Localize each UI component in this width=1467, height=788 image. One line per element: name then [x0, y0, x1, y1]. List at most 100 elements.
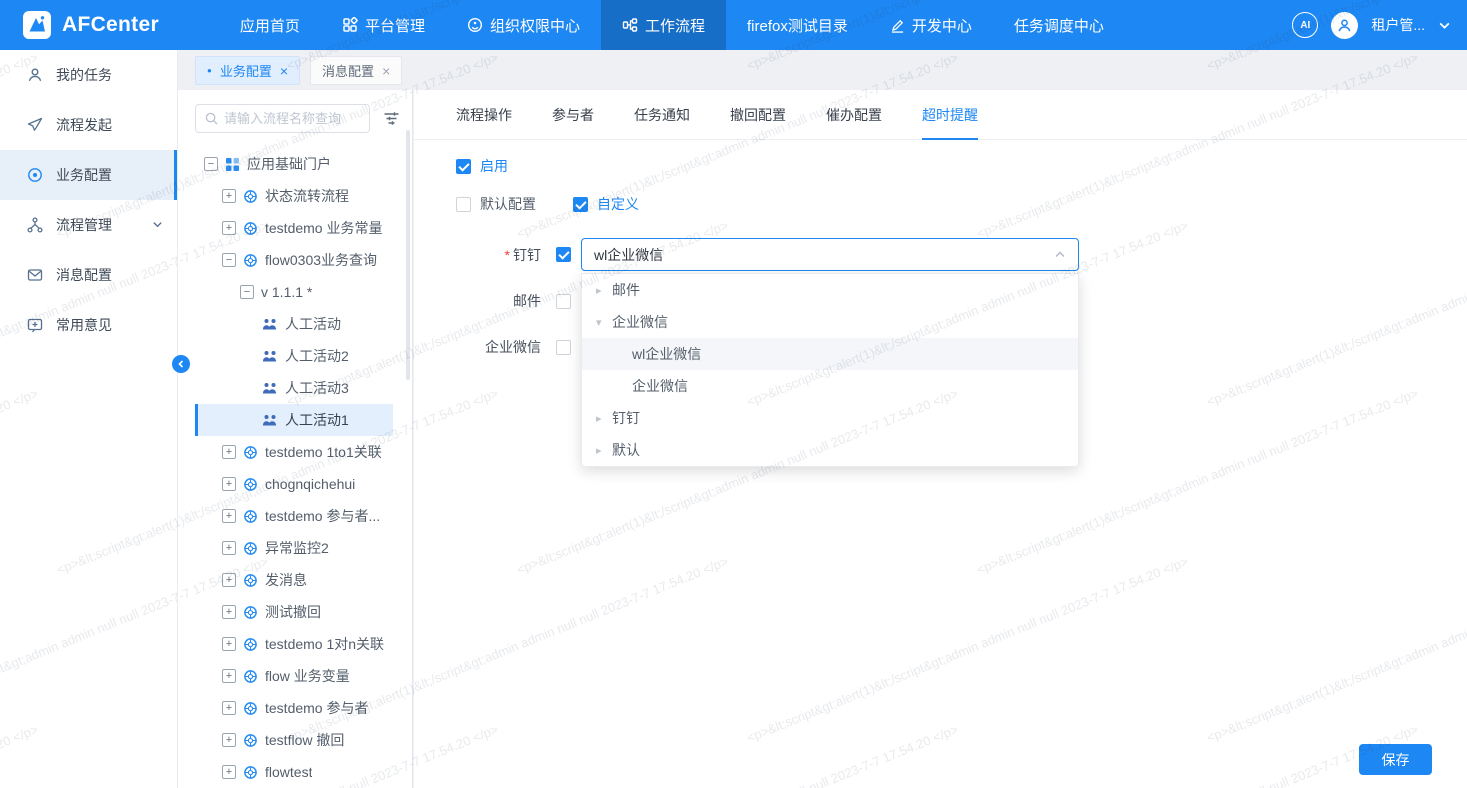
sidebar-item-process-initiate[interactable]: 流程发起	[0, 100, 177, 150]
tree-node-label: 异常监控2	[265, 538, 329, 558]
tab-urge-config[interactable]: 催办配置	[826, 90, 882, 139]
custom-checkbox[interactable]	[573, 197, 588, 212]
navbar-right: AI 租户管...	[1292, 12, 1467, 39]
filter-icon[interactable]	[383, 111, 400, 126]
tab-label: 参与者	[552, 105, 594, 125]
group-icon	[262, 381, 278, 395]
tree-node[interactable]: + testdemo 1对n关联	[195, 628, 393, 660]
dropdown-group-default[interactable]: ▸ 默认	[582, 434, 1078, 466]
active-dot-icon: ●	[207, 66, 212, 75]
tree-node[interactable]: + testdemo 参与者...	[195, 500, 393, 532]
tree-node[interactable]: − flow0303业务查询	[195, 244, 393, 276]
tree-node-activity[interactable]: 人工活动2	[195, 340, 393, 372]
tree-node[interactable]: + 状态流转流程	[195, 180, 393, 212]
nav-item-dev-center[interactable]: 开发中心	[869, 0, 993, 50]
sidebar-item-message-config[interactable]: 消息配置	[0, 250, 177, 300]
page-tab-business-config[interactable]: ● 业务配置 ×	[195, 56, 300, 85]
tree-node-label: testdemo 业务常量	[265, 218, 382, 238]
tree-node-activity-selected[interactable]: 人工活动1	[195, 404, 393, 436]
enable-checkbox[interactable]	[456, 159, 471, 174]
tab-timeout-reminder[interactable]: 超时提醒	[922, 90, 978, 139]
tab-process-operation[interactable]: 流程操作	[456, 90, 512, 139]
search-input[interactable]	[224, 111, 360, 126]
collapse-node-icon[interactable]: −	[222, 253, 236, 267]
chevron-down-icon[interactable]	[1438, 19, 1451, 32]
expand-node-icon[interactable]: +	[222, 605, 236, 619]
tree-node[interactable]: + 测试撤回	[195, 596, 393, 628]
dingtalk-channel-select[interactable]: wl企业微信	[581, 238, 1079, 271]
tab-task-notification[interactable]: 任务通知	[634, 90, 690, 139]
avatar[interactable]	[1331, 12, 1358, 39]
close-icon[interactable]: ×	[280, 64, 288, 78]
save-button[interactable]: 保存	[1359, 744, 1432, 775]
tree-node-label: 人工活动2	[285, 346, 349, 366]
expand-node-icon[interactable]: +	[222, 541, 236, 555]
wechat-checkbox[interactable]	[556, 340, 571, 355]
page-tab-message-config[interactable]: 消息配置 ×	[310, 56, 402, 85]
sidebar-item-process-mgmt[interactable]: 流程管理	[0, 200, 177, 250]
tree-node[interactable]: + 异常监控2	[195, 532, 393, 564]
tree-node[interactable]: + testdemo 业务常量	[195, 212, 393, 244]
tree-node[interactable]: + testdemo 1to1关联	[195, 436, 393, 468]
mail-field-label: 邮件	[414, 291, 541, 311]
nav-item-task-scheduler-center[interactable]: 任务调度中心	[993, 0, 1125, 50]
tenant-user-name[interactable]: 租户管...	[1371, 15, 1425, 35]
expand-node-icon[interactable]: +	[222, 669, 236, 683]
expand-node-icon[interactable]: +	[222, 573, 236, 587]
sidebar-collapse-button[interactable]	[172, 355, 190, 373]
nav-item-platform-mgmt[interactable]: 平台管理	[321, 0, 446, 50]
send-icon	[27, 117, 43, 133]
caret-right-icon: ▸	[596, 444, 612, 457]
dingtalk-checkbox[interactable]	[556, 247, 571, 262]
default-config-checkbox[interactable]	[456, 197, 471, 212]
expand-node-icon[interactable]: +	[222, 765, 236, 779]
process-icon	[243, 669, 258, 684]
tree-node[interactable]: + 发消息	[195, 564, 393, 596]
chevron-down-icon[interactable]	[152, 217, 163, 233]
tree-node[interactable]: + flowtest	[195, 756, 393, 788]
tree-node[interactable]: + testdemo 参与者	[195, 692, 393, 724]
sidebar-item-my-tasks[interactable]: 我的任务	[0, 50, 177, 100]
tab-participants[interactable]: 参与者	[552, 90, 594, 139]
tab-label: 流程操作	[456, 105, 512, 125]
dropdown-group-dingtalk[interactable]: ▸ 钉钉	[582, 402, 1078, 434]
expand-node-icon[interactable]: +	[222, 477, 236, 491]
tree-node[interactable]: + testflow 撤回	[195, 724, 393, 756]
ai-assistant-icon[interactable]: AI	[1292, 12, 1318, 38]
dropdown-group-wechat[interactable]: ▾ 企业微信	[582, 306, 1078, 338]
expand-node-icon[interactable]: +	[222, 733, 236, 747]
target-icon	[27, 167, 43, 183]
tree-node-root[interactable]: − 应用基础门户	[195, 148, 393, 180]
expand-node-icon[interactable]: +	[222, 445, 236, 459]
nav-item-firefox-test-dir[interactable]: firefox测试目录	[726, 0, 869, 50]
dropdown-option-wl-wechat[interactable]: wl企业微信	[582, 338, 1078, 370]
expand-node-icon[interactable]: +	[222, 221, 236, 235]
dropdown-option-wechat[interactable]: 企业微信	[582, 370, 1078, 402]
sidebar-item-label: 业务配置	[56, 165, 112, 185]
tree-node-label: 人工活动	[285, 314, 341, 334]
nav-menu: 应用首页 平台管理 组织权限中心 工作流程 firefox测试目录 开发中心	[219, 0, 1125, 50]
tree-node-version[interactable]: − v 1.1.1 *	[195, 276, 393, 308]
sidebar-item-business-config[interactable]: 业务配置	[0, 150, 177, 200]
tree-node-activity[interactable]: 人工活动	[195, 308, 393, 340]
nav-item-workflow[interactable]: 工作流程	[601, 0, 726, 50]
nav-item-org-permission-center[interactable]: 组织权限中心	[446, 0, 601, 50]
tree-node[interactable]: + flow 业务变量	[195, 660, 393, 692]
nav-item-app-home[interactable]: 应用首页	[219, 0, 321, 50]
sidebar-item-common-opinions[interactable]: 常用意见	[0, 300, 177, 350]
dropdown-group-mail[interactable]: ▸ 邮件	[582, 274, 1078, 306]
expand-node-icon[interactable]: +	[222, 509, 236, 523]
mail-checkbox[interactable]	[556, 294, 571, 309]
collapse-node-icon[interactable]: −	[240, 285, 254, 299]
tab-withdraw-config[interactable]: 撤回配置	[730, 90, 786, 139]
process-icon	[243, 189, 258, 204]
collapse-node-icon[interactable]: −	[204, 157, 218, 171]
tree-node[interactable]: + chognqichehui	[195, 468, 393, 500]
afcenter-logo[interactable]: AFCenter	[0, 10, 181, 40]
expand-node-icon[interactable]: +	[222, 637, 236, 651]
expand-node-icon[interactable]: +	[222, 189, 236, 203]
tree-node-activity[interactable]: 人工活动3	[195, 372, 393, 404]
expand-node-icon[interactable]: +	[222, 701, 236, 715]
tree-scrollbar[interactable]	[406, 130, 410, 380]
close-icon[interactable]: ×	[382, 64, 390, 78]
